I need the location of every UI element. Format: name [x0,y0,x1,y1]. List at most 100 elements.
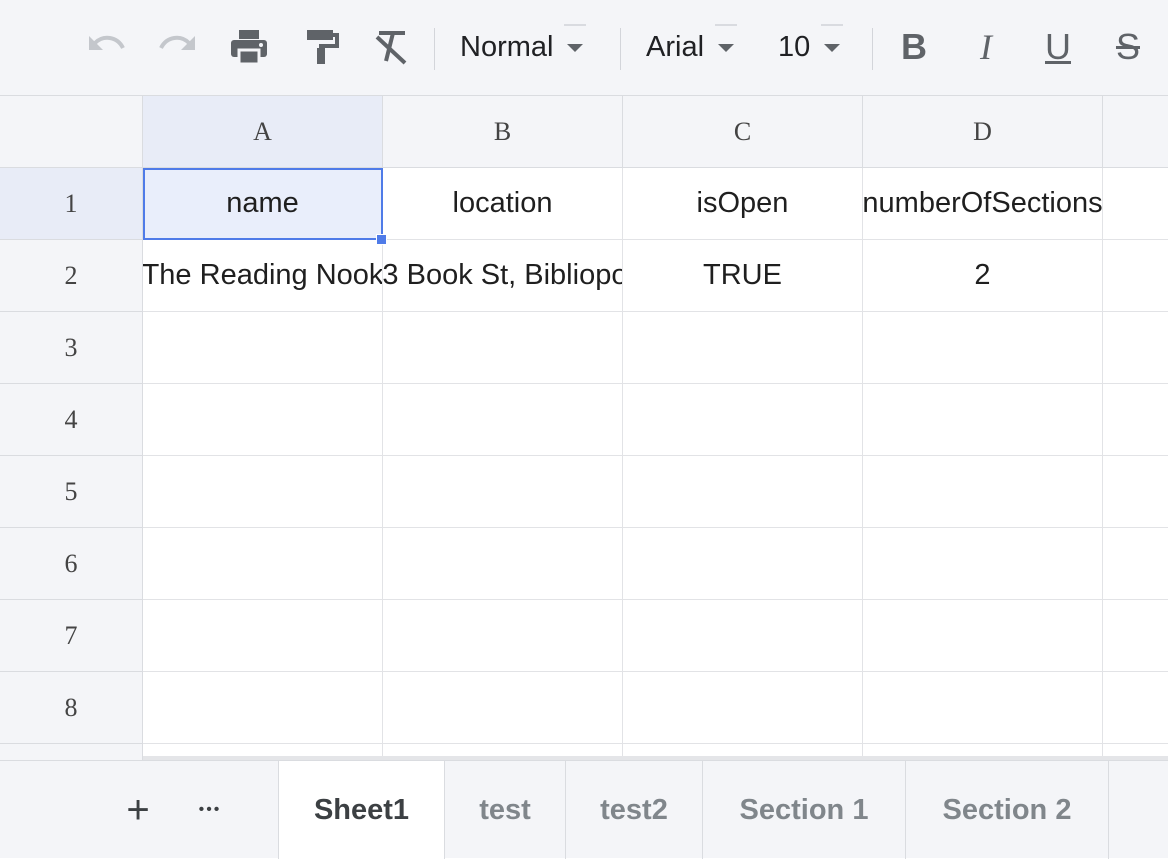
cell-a2[interactable]: The Reading Nook [143,240,383,312]
row-header-3[interactable]: 3 [0,312,143,384]
cell-c8[interactable] [623,672,863,744]
strikethrough-button[interactable]: S [1108,24,1148,70]
tab-test2[interactable]: test2 [566,761,703,859]
font-size-select[interactable]: 10 [778,24,844,70]
row-header-8[interactable]: 8 [0,672,143,744]
row-header-9[interactable] [0,744,143,760]
fill-handle[interactable] [376,234,387,245]
clear-format-icon [375,31,407,65]
strikethrough-icon: S [1115,26,1140,67]
column-header-a[interactable]: A [143,96,383,168]
cell-d1[interactable]: numberOfSections [863,168,1103,240]
cell-b1[interactable]: location [383,168,623,240]
underline-icon: U [1045,26,1071,67]
font-select[interactable]: Arial [646,24,738,70]
cell-e1[interactable] [1103,168,1168,240]
row-header-7[interactable]: 7 [0,600,143,672]
cell-a7[interactable] [143,600,383,672]
tab-section-2[interactable]: Section 2 [906,761,1109,859]
row-header-2[interactable]: 2 [0,240,143,312]
column-header-e[interactable] [1103,96,1168,168]
toolbar: Normal Arial 10 B I U S [0,0,1168,96]
cell-e6[interactable] [1103,528,1168,600]
row-header-1[interactable]: 1 [0,168,143,240]
bold-button[interactable]: B [894,24,934,70]
sheet-tab-bar: + ••• Sheet1 test test2 Section 1 Sectio… [0,760,1168,859]
column-header-d[interactable]: D [863,96,1103,168]
cell-d1-text: numberOfSections [863,187,1103,219]
cell-b6[interactable] [383,528,623,600]
cell-c1[interactable]: isOpen [623,168,863,240]
cell-e7[interactable] [1103,600,1168,672]
cell-c3[interactable] [623,312,863,384]
print-button[interactable] [226,24,272,70]
tab-label: Section 2 [942,793,1072,826]
cell-b7[interactable] [383,600,623,672]
cell-d7[interactable] [863,600,1103,672]
cell-c7[interactable] [623,600,863,672]
underline-button[interactable]: U [1038,24,1078,70]
undo-icon [89,35,125,50]
cell-c4[interactable] [623,384,863,456]
cell-b8[interactable] [383,672,623,744]
add-sheet-button[interactable]: + [116,761,160,859]
redo-icon [159,35,195,50]
chevron-down-icon [704,24,738,52]
sheet-menu-button[interactable]: ••• [186,761,234,859]
cell-d8[interactable] [863,672,1103,744]
cell-e2[interactable] [1103,240,1168,312]
undo-button[interactable] [84,24,130,70]
row-header-4[interactable]: 4 [0,384,143,456]
chevron-down-icon [810,24,844,52]
font-select-value: Arial [646,30,705,63]
cell-a6[interactable] [143,528,383,600]
cell-b5[interactable] [383,456,623,528]
style-select[interactable]: Normal [460,24,587,70]
row-header-6[interactable]: 6 [0,528,143,600]
cell-e3[interactable] [1103,312,1168,384]
cell-e5[interactable] [1103,456,1168,528]
cell-c5[interactable] [623,456,863,528]
toolbar-divider [434,28,435,70]
cell-c2-text: TRUE [703,259,782,291]
spreadsheet-grid: A B C D 1 2 3 4 5 6 7 8 name location is… [0,96,1168,760]
column-header-c[interactable]: C [623,96,863,168]
cell-c1-text: isOpen [696,187,789,219]
cell-b2[interactable]: 123 Book St, Bibliopolis [383,240,623,312]
tab-label: test [479,793,531,826]
select-all-corner[interactable] [0,96,143,168]
row-header-5[interactable]: 5 [0,456,143,528]
cell-a2-text: The Reading Nook [143,259,383,291]
cell-e4[interactable] [1103,384,1168,456]
cell-a1-text: name [226,187,299,219]
cell-d2[interactable]: 2 [863,240,1103,312]
tab-sheet1[interactable]: Sheet1 [278,761,445,859]
toolbar-divider [620,28,621,70]
clear-format-button[interactable] [368,24,414,70]
print-icon [231,30,267,66]
cell-a5[interactable] [143,456,383,528]
cell-d3[interactable] [863,312,1103,384]
cell-d6[interactable] [863,528,1103,600]
cell-b4[interactable] [383,384,623,456]
cell-a3[interactable] [143,312,383,384]
italic-button[interactable]: I [966,24,1006,70]
cell-b3[interactable] [383,312,623,384]
cell-d4[interactable] [863,384,1103,456]
cell-e8[interactable] [1103,672,1168,744]
paint-format-button[interactable] [298,24,344,70]
tab-label: Sheet1 [313,793,410,826]
cell-a1[interactable]: name [143,168,383,240]
redo-button[interactable] [154,24,200,70]
cell-a4[interactable] [143,384,383,456]
cell-a8[interactable] [143,672,383,744]
cell-c6[interactable] [623,528,863,600]
tab-label: test2 [600,793,668,826]
cell-c2[interactable]: TRUE [623,240,863,312]
cell-d5[interactable] [863,456,1103,528]
tab-test[interactable]: test [445,761,566,859]
cell-d2-text: 2 [974,259,991,291]
cell-b2-text: 123 Book St, Bibliopolis [383,259,623,291]
tab-section-1[interactable]: Section 1 [703,761,906,859]
column-header-b[interactable]: B [383,96,623,168]
